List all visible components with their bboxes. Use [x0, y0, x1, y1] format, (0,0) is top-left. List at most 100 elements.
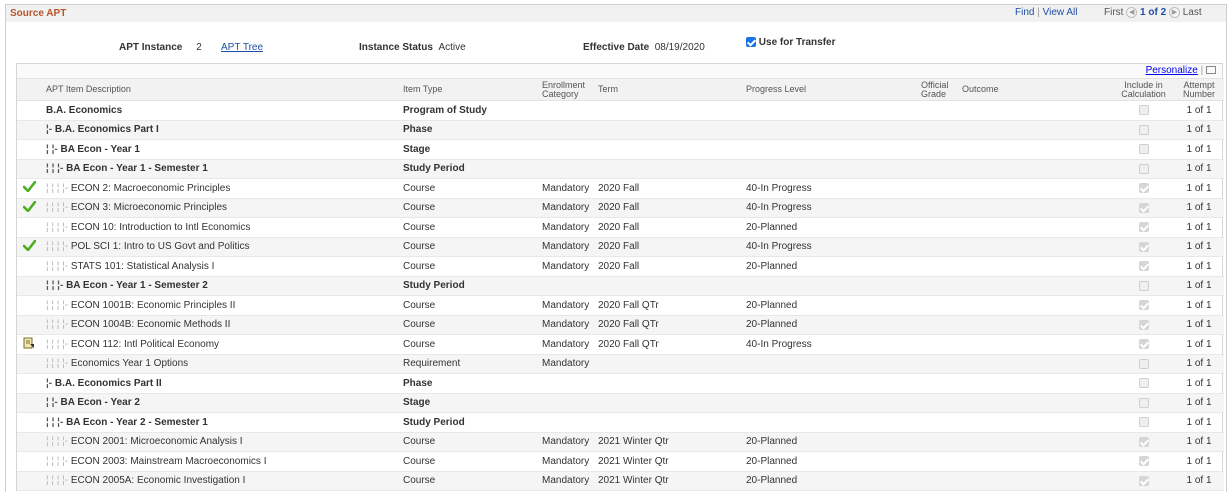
include-calc-checkbox[interactable] [1138, 183, 1149, 194]
view-all-link[interactable]: View All [1043, 7, 1078, 18]
include-calc-checkbox[interactable] [1138, 436, 1149, 447]
item-type-cell: Phase [399, 120, 538, 140]
table-row[interactable]: ¦ ¦ ¦ ¦- ECON 3: Microeconomic Principle… [17, 198, 1224, 218]
include-calc-checkbox[interactable] [1138, 397, 1149, 408]
outcome-cell [958, 334, 1113, 355]
include-calc-checkbox[interactable] [1138, 358, 1149, 369]
progress-level-cell [742, 393, 917, 413]
progress-level-cell: 40-In Progress [742, 334, 917, 355]
status-icon-cell [17, 217, 42, 238]
table-row[interactable]: ¦- B.A. Economics Part I Phase 1 of 1 [17, 120, 1224, 140]
progress-level-cell [742, 139, 917, 160]
item-type-cell: Stage [399, 139, 538, 160]
status-icon-cell [17, 393, 42, 413]
include-calc-checkbox[interactable] [1138, 202, 1149, 213]
table-row[interactable]: ¦ ¦ ¦ ¦- ECON 2005A: Economic Investigat… [17, 471, 1224, 491]
next-icon[interactable]: ▶ [1168, 7, 1180, 18]
tree-indent-prefix: ¦ ¦ ¦ ¦- [46, 182, 71, 194]
col-enrollment-category[interactable]: Enrollment Category [538, 78, 594, 101]
include-calc-cell [1113, 237, 1174, 257]
item-description: POL SCI 1: Intro to US Govt and Politics [70, 241, 250, 253]
include-calc-cell [1113, 256, 1174, 277]
col-include-calc[interactable]: Include in Calculation [1113, 78, 1174, 101]
item-description: ECON 2: Macroeconomic Principles [70, 182, 231, 194]
status-icon-cell [17, 159, 42, 179]
attempt-number-cell: 1 of 1 [1174, 198, 1224, 218]
tree-indent-prefix: ¦ ¦ ¦- [46, 163, 67, 175]
include-calc-cell [1113, 295, 1174, 316]
term-cell [594, 100, 742, 121]
completed-check-icon [22, 239, 37, 254]
item-type-cell: Study Period [399, 412, 538, 433]
find-link[interactable]: Find [1015, 7, 1034, 18]
use-for-transfer-checkbox[interactable] [746, 37, 756, 48]
table-row[interactable]: ¦ ¦ ¦- BA Econ - Year 1 - Semester 2 Stud… [17, 276, 1224, 296]
include-calc-checkbox[interactable] [1138, 300, 1149, 311]
first-label[interactable]: First [1104, 7, 1123, 18]
table-row[interactable]: ¦ ¦ ¦ ¦- Economics Year 1 Options Require… [17, 354, 1224, 374]
table-row[interactable]: ¦ ¦ ¦ ¦- ECON 10: Introduction to Intl E… [17, 217, 1224, 238]
include-calc-checkbox[interactable] [1138, 339, 1149, 350]
term-cell: 2020 Fall [594, 198, 742, 218]
include-calc-checkbox[interactable] [1138, 417, 1149, 428]
table-row[interactable]: ¦ ¦ ¦ ¦- ECON 2003: Mainstream Macroecon… [17, 451, 1224, 472]
table-row[interactable]: ¦ ¦ ¦ ¦- POL SCI 1: Intro to US Govt and… [17, 237, 1224, 257]
table-row[interactable]: ¦- B.A. Economics Part II Phase 1 of 1 [17, 373, 1224, 394]
table-row[interactable]: ¦ ¦ ¦ ¦- ECON 2: Macroeconomic Principle… [17, 178, 1224, 199]
table-row[interactable]: ¦ ¦- BA Econ - Year 1 Stage 1 of 1 [17, 139, 1224, 160]
status-icon-cell [17, 432, 42, 452]
progress-level-cell [742, 373, 917, 394]
table-row[interactable]: ¦ ¦ ¦ ¦- ECON 112: Intl Political Econom… [17, 334, 1224, 355]
col-term[interactable]: Term [594, 78, 742, 101]
include-calc-checkbox[interactable] [1138, 241, 1149, 252]
table-row[interactable]: ¦ ¦ ¦- BA Econ - Year 1 - Semester 1 Stud… [17, 159, 1224, 179]
attempt-number-cell: 1 of 1 [1174, 315, 1224, 335]
last-label[interactable]: Last [1183, 7, 1202, 18]
include-calc-cell [1113, 315, 1174, 335]
attempt-number-cell: 1 of 1 [1174, 276, 1224, 296]
include-calc-checkbox[interactable] [1138, 124, 1149, 135]
description-cell: ¦ ¦ ¦- BA Econ - Year 1 - Semester 2 [42, 276, 399, 296]
item-type-cell: Course [399, 334, 538, 355]
outcome-cell [958, 178, 1113, 199]
table-row[interactable]: ¦ ¦ ¦ ¦- ECON 1001B: Economic Principles… [17, 295, 1224, 316]
include-calc-checkbox[interactable] [1138, 144, 1149, 155]
include-calc-checkbox[interactable] [1138, 378, 1149, 389]
attempt-number-cell: 1 of 1 [1174, 354, 1224, 374]
apt-tree-link[interactable]: APT Tree [221, 42, 263, 53]
table-row[interactable]: B.A. Economics Program of Study 1 of 1 [17, 100, 1224, 121]
table-row[interactable]: ¦ ¦ ¦ ¦- ECON 2001: Microeconomic Analys… [17, 432, 1224, 452]
use-for-transfer-field: Use for Transfer [746, 37, 835, 48]
attempt-number-cell: 1 of 1 [1174, 295, 1224, 316]
include-calc-cell [1113, 139, 1174, 160]
previous-icon[interactable]: ◀ [1126, 7, 1138, 18]
term-cell: 2020 Fall [594, 237, 742, 257]
table-row[interactable]: ¦ ¦ ¦ ¦- STATS 101: Statistical Analysis… [17, 256, 1224, 277]
table-row[interactable]: ¦ ¦ ¦- BA Econ - Year 2 - Semester 1 Stud… [17, 412, 1224, 433]
include-calc-checkbox[interactable] [1138, 105, 1149, 116]
include-calc-checkbox[interactable] [1138, 475, 1149, 486]
item-description: ECON 3: Microeconomic Principles [70, 202, 228, 214]
document-icon[interactable] [23, 337, 35, 352]
include-calc-checkbox[interactable] [1138, 280, 1149, 291]
col-outcome[interactable]: Outcome [958, 78, 1113, 101]
include-calc-checkbox[interactable] [1138, 319, 1149, 330]
item-description: STATS 101: Statistical Analysis I [70, 260, 215, 272]
include-calc-checkbox[interactable] [1138, 456, 1149, 467]
include-calc-checkbox[interactable] [1138, 261, 1149, 272]
col-attempt-number[interactable]: Attempt Number [1174, 78, 1224, 101]
table-row[interactable]: ¦ ¦ ¦ ¦- ECON 1004B: Economic Methods II… [17, 315, 1224, 335]
grid-popout-icon[interactable] [1206, 66, 1216, 75]
item-description: BA Econ - Year 1 - Semester 2 [66, 280, 208, 292]
personalize-link[interactable]: Personalize [1146, 65, 1198, 76]
table-row[interactable]: ¦ ¦- BA Econ - Year 2 Stage 1 of 1 [17, 393, 1224, 413]
include-calc-checkbox[interactable] [1138, 222, 1149, 233]
col-progress-level[interactable]: Progress Level [742, 78, 917, 101]
enrollment-category-cell: Mandatory [538, 198, 594, 218]
col-description[interactable]: APT Item Description [42, 78, 399, 101]
item-type-cell: Course [399, 217, 538, 238]
include-calc-checkbox[interactable] [1138, 163, 1149, 174]
description-cell: ¦ ¦ ¦ ¦- Economics Year 1 Options [42, 354, 399, 374]
col-item-type[interactable]: Item Type [399, 78, 538, 101]
col-official-grade[interactable]: Official Grade [917, 78, 958, 101]
